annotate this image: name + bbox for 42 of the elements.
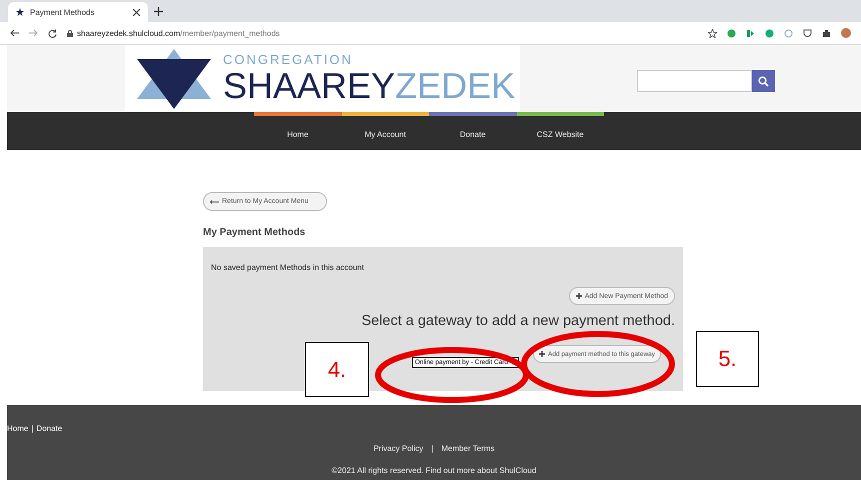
search-field[interactable] [637,70,752,92]
footer-link[interactable]: Privacy Policy [373,444,424,453]
url-domain: shaareyzedek.shulcloud.com [77,28,180,38]
pocket-icon[interactable] [803,28,812,38]
footer-link[interactable]: Home [7,425,28,433]
lock-icon [67,30,73,36]
avatar-icon[interactable] [841,28,851,38]
puzzle-icon[interactable] [822,28,831,38]
link-separator: | [431,444,434,453]
tab-title: Payment Methods [30,8,96,16]
logo-wordmark: ZEDEK [395,66,516,104]
browser-tab[interactable]: Payment Methods [8,2,148,22]
extension-icon[interactable] [746,28,755,38]
url-path: /member/payment_methods [180,28,280,38]
nav-link[interactable]: CSZ Website [516,112,604,150]
nav-link[interactable]: Home [254,112,342,150]
close-icon[interactable] [133,8,140,16]
plus-icon [576,293,582,299]
footer-link[interactable]: Donate [36,425,62,433]
extension-icon[interactable] [765,28,774,38]
extension-icon[interactable] [727,28,736,38]
left-arrow-icon [210,200,219,204]
copyright-text: ©2021 All rights reserved. Find out more about ShulCloud [330,466,538,475]
footer-link[interactable]: Member Terms [441,444,495,453]
step-label: 5. [696,331,759,387]
plus-icon [539,351,546,357]
search-icon [758,76,769,86]
bookmark-star-icon[interactable] [708,28,717,38]
section-heading: My Payment Methods [203,227,306,238]
back-arrow-icon[interactable] [10,29,19,37]
link-separator: | [31,425,34,433]
star-icon [16,8,24,16]
nav-link[interactable]: Donate [429,112,516,150]
gateway-prompt: Select a gateway to add a new payment method. [360,313,675,329]
empty-message: No saved payment Methods in this account [211,263,365,272]
step-label: 4. [305,342,369,397]
search-button[interactable] [752,70,775,92]
logo-subtitle: CONGREGATION [223,52,354,66]
reload-icon[interactable] [48,28,57,38]
new-tab-icon[interactable] [154,7,163,16]
nav-link[interactable]: My Account [342,112,429,150]
logo-wordmark: SHAAREY [223,66,396,104]
